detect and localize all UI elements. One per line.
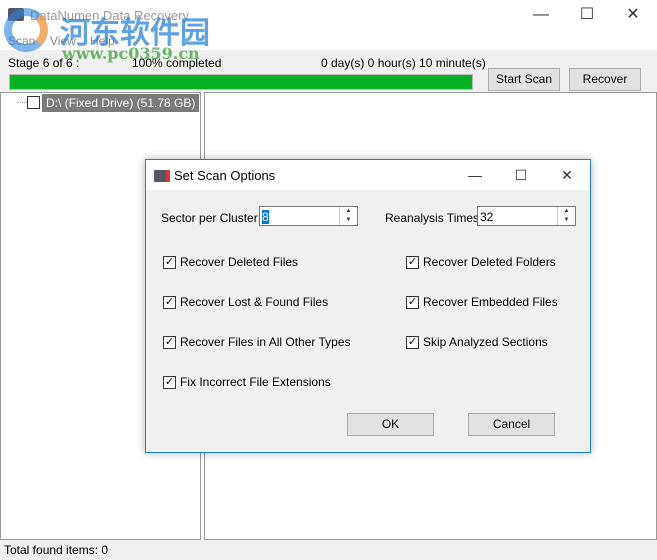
- checkbox[interactable]: ✓: [163, 376, 176, 389]
- recover-button[interactable]: Recover: [569, 68, 641, 91]
- sector-value[interactable]: 8: [262, 210, 269, 224]
- checkbox[interactable]: ✓: [163, 296, 176, 309]
- option-label: Recover Files in All Other Types: [180, 335, 351, 349]
- dialog-close-button[interactable]: ✕: [544, 160, 590, 190]
- maximize-button[interactable]: ☐: [564, 0, 610, 30]
- watermark-url: www.pc0359.cn: [62, 44, 200, 63]
- checkbox[interactable]: ✓: [406, 256, 419, 269]
- cancel-button[interactable]: Cancel: [468, 413, 555, 436]
- progress-bar: [9, 74, 473, 90]
- spin-arrows-icon[interactable]: ▲ ▼: [339, 207, 357, 225]
- progress-fill: [10, 75, 472, 89]
- option-label: Recover Deleted Files: [180, 255, 299, 269]
- option-label: Fix Incorrect File Extensions: [180, 375, 331, 389]
- dialog-minimize-button[interactable]: —: [452, 160, 498, 190]
- minimize-button[interactable]: —: [518, 0, 564, 30]
- reanalysis-value[interactable]: 32: [480, 210, 493, 224]
- tree-line: [17, 102, 27, 103]
- option-label: Recover Embedded Files: [423, 295, 558, 309]
- reanalysis-label: Reanalysis Times:: [385, 211, 483, 225]
- checkbox[interactable]: ✓: [163, 336, 176, 349]
- ok-button[interactable]: OK: [347, 413, 434, 436]
- drive-checkbox[interactable]: [27, 96, 40, 109]
- option-label: Recover Deleted Folders: [423, 255, 556, 269]
- reanalysis-spinner[interactable]: 32 ▲ ▼: [477, 206, 576, 226]
- spin-arrows-icon[interactable]: ▲ ▼: [557, 207, 575, 225]
- dialog-maximize-button[interactable]: ☐: [498, 160, 544, 190]
- option-label: Recover Lost & Found Files: [180, 295, 329, 309]
- sector-spinner[interactable]: 8 ▲ ▼: [259, 206, 358, 226]
- scan-options-dialog: Set Scan Options — ☐ ✕ Sector per Cluste…: [145, 159, 591, 453]
- sector-label: Sector per Cluster:: [161, 211, 262, 225]
- checkbox[interactable]: ✓: [163, 256, 176, 269]
- checkbox[interactable]: ✓: [406, 336, 419, 349]
- start-scan-button[interactable]: Start Scan: [488, 68, 560, 91]
- checkbox[interactable]: ✓: [406, 296, 419, 309]
- tree-item-drive[interactable]: D:\ (Fixed Drive) (51.78 GB): [42, 94, 200, 112]
- elapsed-label: 0 day(s) 0 hour(s) 10 minute(s): [321, 56, 486, 70]
- dialog-title: Set Scan Options: [174, 168, 276, 183]
- dialog-icon: [154, 170, 170, 182]
- status-bar: Total found items: 0: [0, 540, 657, 560]
- watermark-logo: [4, 8, 48, 52]
- close-button[interactable]: ✕: [610, 0, 656, 30]
- option-label: Skip Analyzed Sections: [423, 335, 548, 349]
